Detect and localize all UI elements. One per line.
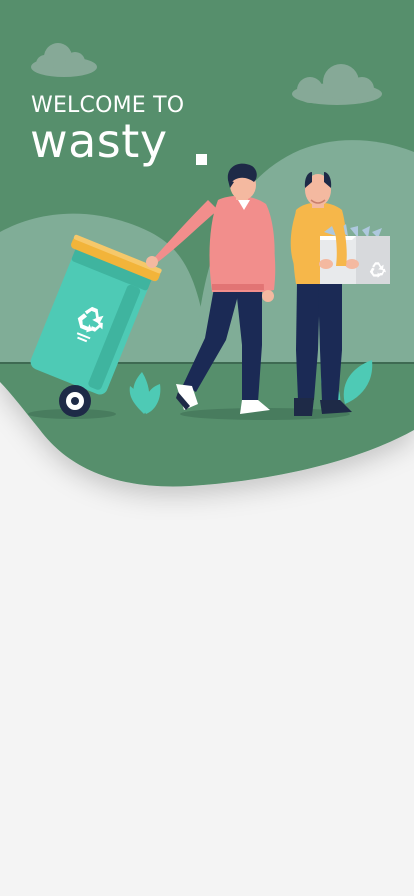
recycling-box <box>320 224 390 284</box>
sparkle-dot <box>196 154 207 165</box>
bin-wheel <box>59 385 91 417</box>
welcome-screen: WELCOME TO wasty <box>0 0 414 896</box>
app-name-title: wasty <box>30 114 168 168</box>
hero-illustration <box>0 0 414 487</box>
